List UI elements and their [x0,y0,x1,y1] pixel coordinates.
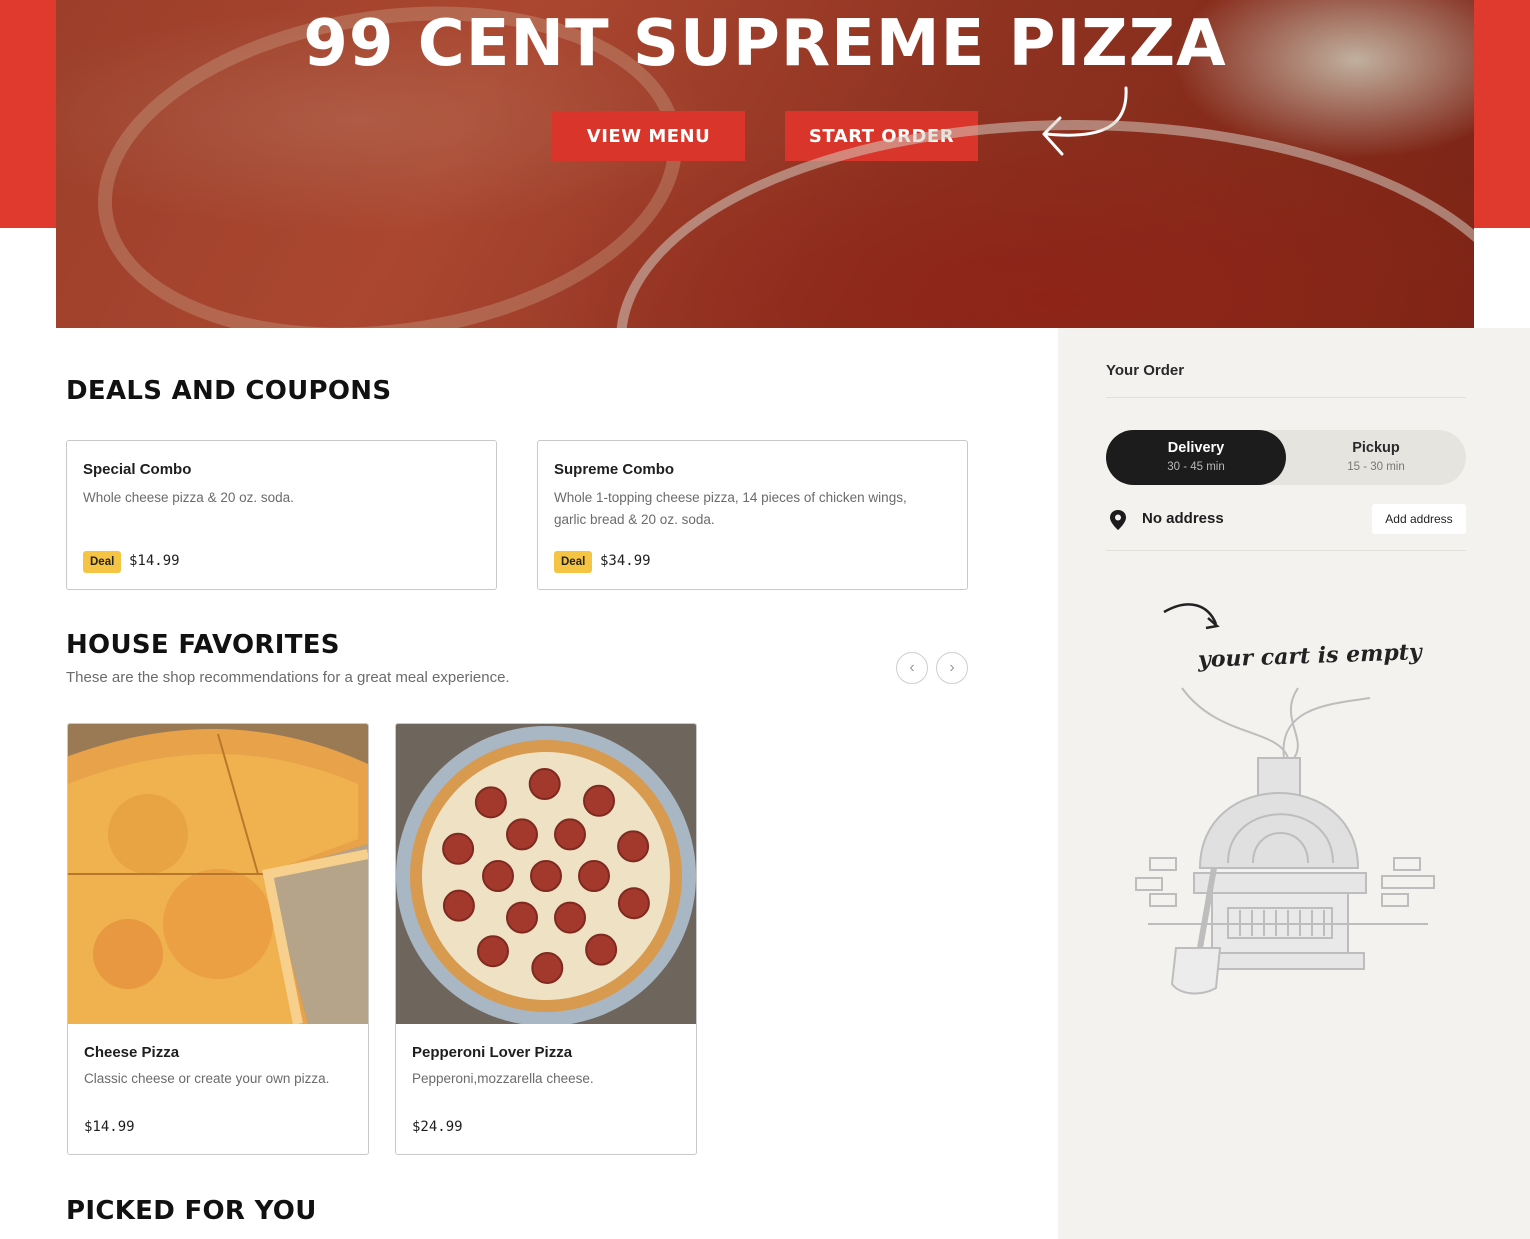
pepperoni-slice [528,768,561,801]
view-menu-button[interactable]: VIEW MENU [552,111,745,161]
pickup-option[interactable]: Pickup 15 - 30 min [1286,430,1466,485]
chevron-left-icon: ‹ [909,659,915,676]
favorites-subtitle: These are the shop recommendations for a… [66,669,510,686]
address-row: No address Add address [1106,504,1466,534]
pepperoni-slice [554,901,586,934]
curved-arrow-icon [1042,86,1128,156]
deals-section-title: DEALS AND COUPONS [66,376,392,406]
deal-price: $14.99 [129,553,180,569]
restaurant-title: 99 CENT SUPREME PIZZA [303,7,1227,81]
pepperoni-slice [506,818,538,851]
menu-item-name: Pepperoni Lover Pizza [412,1044,573,1061]
menu-item-card[interactable]: Cheese Pizza Classic cheese or create yo… [67,723,369,1155]
add-address-button[interactable]: Add address [1372,504,1466,534]
pepperoni-slice [474,786,507,819]
deal-card[interactable]: Special Combo Whole cheese pizza & 20 oz… [66,440,497,590]
divider [1106,397,1466,398]
menu-item-price: $14.99 [84,1119,135,1135]
deal-card[interactable]: Supreme Combo Whole 1-topping cheese piz… [537,440,968,590]
pepperoni-slice [578,860,610,892]
cheese-pizza-image [68,724,368,1024]
pickup-time: 15 - 30 min [1347,461,1405,473]
menu-item-description: Classic cheese or create your own pizza. [84,1071,330,1086]
picked-section-title: PICKED FOR YOU [66,1196,317,1226]
pepperoni-slice [482,860,514,892]
carousel-prev-button[interactable]: ‹ [896,652,928,684]
deal-badge: Deal [83,551,122,573]
menu-item-card[interactable]: Pepperoni Lover Pizza Pepperoni,mozzarel… [395,723,697,1155]
menu-item-description: Pepperoni,mozzarella cheese. [412,1071,594,1086]
pepperoni-slice [617,887,650,920]
pepperoni-slice [554,818,586,851]
delivery-option[interactable]: Delivery 30 - 45 min [1106,430,1286,485]
deal-name: Special Combo [83,461,192,478]
pepperoni-slice [442,832,475,865]
pepperoni-slice [530,860,562,892]
pepperoni-pizza-image [396,724,696,1024]
location-pin-icon [1110,510,1126,530]
pepperoni-slice [617,830,650,863]
pepperoni-slice [442,889,475,922]
deal-description: Whole 1-topping cheese pizza, 14 pieces … [554,490,907,527]
deal-badge: Deal [554,551,593,573]
pepperoni-slice [585,933,618,966]
address-text: No address [1142,510,1224,527]
deal-name: Supreme Combo [554,461,675,478]
pickup-label: Pickup [1352,440,1400,456]
deal-description: Whole cheese pizza & 20 oz. soda. [83,490,294,505]
order-sidebar: Your Order Delivery 30 - 45 min Pickup 1… [1058,328,1530,1239]
pepperoni-slice [476,935,509,968]
delivery-label: Delivery [1167,440,1225,456]
carousel-next-button[interactable]: › [936,652,968,684]
delivery-time: 30 - 45 min [1167,461,1225,473]
pepperoni-slice [583,784,616,817]
start-order-button[interactable]: START ORDER [785,111,978,161]
fulfillment-toggle: Delivery 30 - 45 min Pickup 15 - 30 min [1106,430,1466,485]
menu-item-name: Cheese Pizza [84,1044,180,1061]
hero-banner: 99 CENT SUPREME PIZZA VIEW MENU START OR… [56,0,1474,328]
deal-price: $34.99 [600,553,651,569]
chevron-right-icon: › [949,659,955,676]
favorites-section-title: HOUSE FAVORITES [66,630,340,660]
pepperoni-slice [531,951,564,984]
pepperoni-slice [506,901,538,934]
menu-item-price: $24.99 [412,1119,463,1135]
divider [1106,550,1466,551]
order-title: Your Order [1106,362,1185,379]
